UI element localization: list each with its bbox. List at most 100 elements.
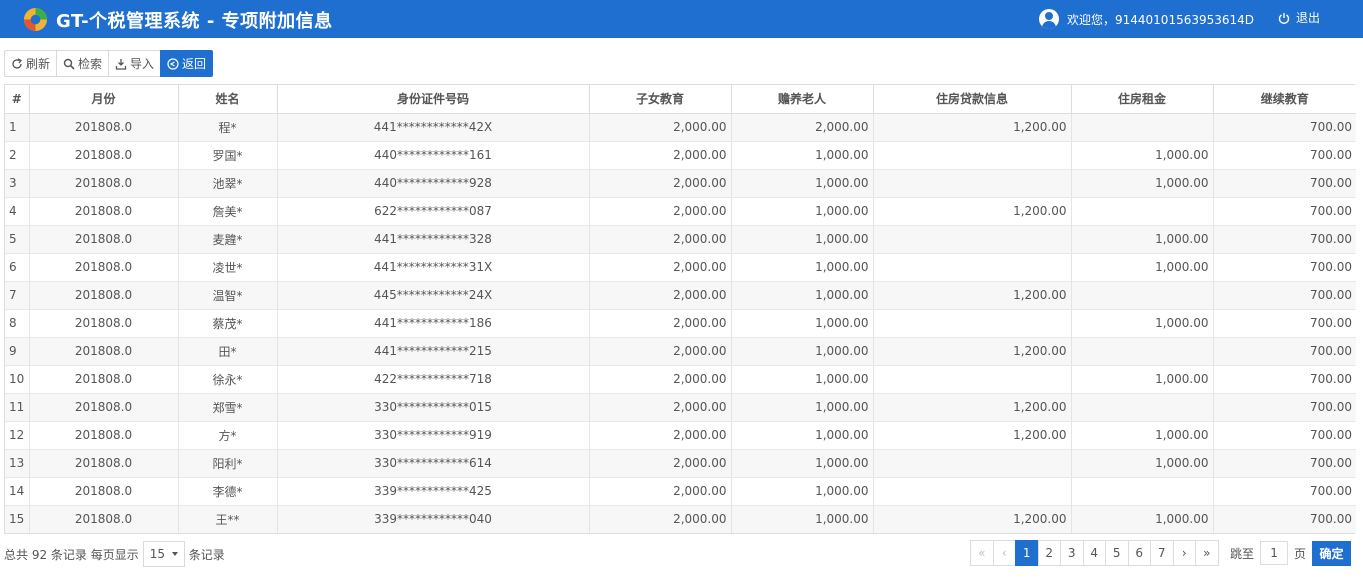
last-page-button[interactable]: »	[1195, 540, 1219, 566]
page-size-select[interactable]: 15	[142, 541, 185, 567]
table-row[interactable]: 11 201808.0 郑雪* 330************015 2,000.00 1…	[5, 393, 1356, 422]
refresh-label: 刷新	[26, 57, 51, 71]
table-row[interactable]: 14 201808.0 李德* 339************425 2,000.00 1…	[5, 477, 1356, 506]
user-info: 欢迎您，91440101563953614D	[1039, 8, 1254, 30]
table-row[interactable]: 6 201808.0 凌世* 441************31X 2,000.00 1,…	[5, 253, 1356, 282]
column-header-id-number[interactable]: 身份证件号码	[277, 85, 590, 114]
table-row[interactable]: 10 201808.0 徐永* 422************718 2,000.00 1…	[5, 365, 1356, 394]
back-button[interactable]: 返回	[160, 50, 214, 77]
search-button[interactable]: 检索	[56, 50, 110, 77]
table-row[interactable]: 9 201808.0 田* 441************215 2,000.00 1,0…	[5, 337, 1356, 366]
id-number-cell: 330************015	[277, 393, 590, 422]
page-button-4[interactable]: 4	[1082, 540, 1106, 566]
column-header-children-education[interactable]: 子女教育	[589, 85, 732, 114]
import-icon	[115, 58, 127, 70]
continuing-education-cell: 700.00	[1213, 337, 1356, 366]
children-education-cell: 2,000.00	[589, 225, 732, 254]
name-cell: 罗国*	[178, 141, 278, 170]
table-row[interactable]: 15 201808.0 王** 339************040 2,000.00 1…	[5, 505, 1356, 533]
row-index: 10	[5, 365, 30, 394]
elderly-support-cell: 1,000.00	[731, 141, 874, 170]
month-cell: 201808.0	[29, 281, 179, 310]
continuing-education-cell: 700.00	[1213, 505, 1356, 533]
name-cell: 郑雪*	[178, 393, 278, 422]
table-row[interactable]: 1 201808.0 程* 441************42X 2,000.00 2,0…	[5, 113, 1356, 142]
month-cell: 201808.0	[29, 505, 179, 533]
import-button[interactable]: 导入	[108, 50, 162, 77]
month-cell: 201808.0	[29, 141, 179, 170]
row-index: 14	[5, 477, 30, 506]
page-button-3[interactable]: 3	[1060, 540, 1084, 566]
row-index: 7	[5, 281, 30, 310]
children-education-cell: 2,000.00	[589, 281, 732, 310]
name-cell: 池翠*	[178, 169, 278, 198]
housing-rent-cell	[1071, 113, 1214, 142]
children-education-cell: 2,000.00	[589, 253, 732, 282]
elderly-support-cell: 1,000.00	[731, 477, 874, 506]
column-header-elderly-support[interactable]: 赡养老人	[731, 85, 874, 114]
table-row[interactable]: 12 201808.0 方* 330************919 2,000.00 1,…	[5, 421, 1356, 450]
elderly-support-cell: 1,000.00	[731, 505, 874, 533]
name-cell: 王**	[178, 505, 278, 533]
table-row[interactable]: 7 201808.0 温智* 445************24X 2,000.00 1,…	[5, 281, 1356, 310]
id-number-cell: 440************161	[277, 141, 590, 170]
name-cell: 凌世*	[178, 253, 278, 282]
records-suffix: 条记录	[188, 547, 225, 562]
id-number-cell: 339************425	[277, 477, 590, 506]
elderly-support-cell: 1,000.00	[731, 337, 874, 366]
table-row[interactable]: 3 201808.0 池翠* 440************928 2,000.00 1,…	[5, 169, 1356, 198]
page-jump: 跳至 页 确定	[1230, 540, 1352, 566]
table-row[interactable]: 13 201808.0 阳利* 330************614 2,000.00 1…	[5, 449, 1356, 478]
column-header-continuing-education[interactable]: 继续教育	[1213, 85, 1356, 114]
name-cell: 麦韙*	[178, 225, 278, 254]
table-row[interactable]: 4 201808.0 詹美* 622************087 2,000.00 1,…	[5, 197, 1356, 226]
housing-loan-cell: 1,200.00	[873, 113, 1072, 142]
page-button-7[interactable]: 7	[1150, 540, 1174, 566]
id-number-cell: 441************42X	[277, 113, 590, 142]
confirm-jump-button[interactable]: 确定	[1312, 540, 1352, 566]
logout-button[interactable]: 退出	[1278, 9, 1320, 26]
power-icon	[1278, 12, 1290, 24]
month-cell: 201808.0	[29, 225, 179, 254]
id-number-cell: 330************919	[277, 421, 590, 450]
pagination: « ‹ 1 2 3 4 5 6 7 › »	[970, 540, 1219, 566]
row-index: 11	[5, 393, 30, 422]
row-index: 3	[5, 169, 30, 198]
elderly-support-cell: 1,000.00	[731, 449, 874, 478]
toolbar: 刷新 检索 导入 返回	[4, 50, 214, 77]
column-header-housing-loan[interactable]: 住房贷款信息	[873, 85, 1072, 114]
housing-rent-cell: 1,000.00	[1071, 309, 1214, 338]
month-cell: 201808.0	[29, 253, 179, 282]
prev-page-button[interactable]: ‹	[992, 540, 1016, 566]
children-education-cell: 2,000.00	[589, 309, 732, 338]
app-title: GT-个税管理系统 - 专项附加信息	[56, 11, 333, 32]
name-cell: 程*	[178, 113, 278, 142]
row-index: 15	[5, 505, 30, 533]
children-education-cell: 2,000.00	[589, 477, 732, 506]
housing-rent-cell: 1,000.00	[1071, 169, 1214, 198]
page-button-2[interactable]: 2	[1037, 540, 1061, 566]
refresh-button[interactable]: 刷新	[4, 50, 58, 77]
first-page-button[interactable]: «	[970, 540, 994, 566]
column-header-name[interactable]: 姓名	[178, 85, 278, 114]
column-header-index[interactable]: #	[5, 85, 30, 114]
jump-page-input[interactable]	[1260, 541, 1289, 565]
page-button-1[interactable]: 1	[1015, 540, 1039, 566]
column-header-housing-rent[interactable]: 住房租金	[1071, 85, 1214, 114]
table-row[interactable]: 5 201808.0 麦韙* 441************328 2,000.00 1,…	[5, 225, 1356, 254]
next-page-button[interactable]: ›	[1172, 540, 1196, 566]
elderly-support-cell: 1,000.00	[731, 253, 874, 282]
row-index: 6	[5, 253, 30, 282]
month-cell: 201808.0	[29, 197, 179, 226]
children-education-cell: 2,000.00	[589, 365, 732, 394]
name-cell: 徐永*	[178, 365, 278, 394]
page-button-6[interactable]: 6	[1127, 540, 1151, 566]
continuing-education-cell: 700.00	[1213, 225, 1356, 254]
page-button-5[interactable]: 5	[1105, 540, 1129, 566]
row-index: 9	[5, 337, 30, 366]
continuing-education-cell: 700.00	[1213, 141, 1356, 170]
table-row[interactable]: 8 201808.0 蔡茂* 441************186 2,000.00 1,…	[5, 309, 1356, 338]
column-header-month[interactable]: 月份	[29, 85, 179, 114]
id-number-cell: 422************718	[277, 365, 590, 394]
table-row[interactable]: 2 201808.0 罗国* 440************161 2,000.00 1,…	[5, 141, 1356, 170]
